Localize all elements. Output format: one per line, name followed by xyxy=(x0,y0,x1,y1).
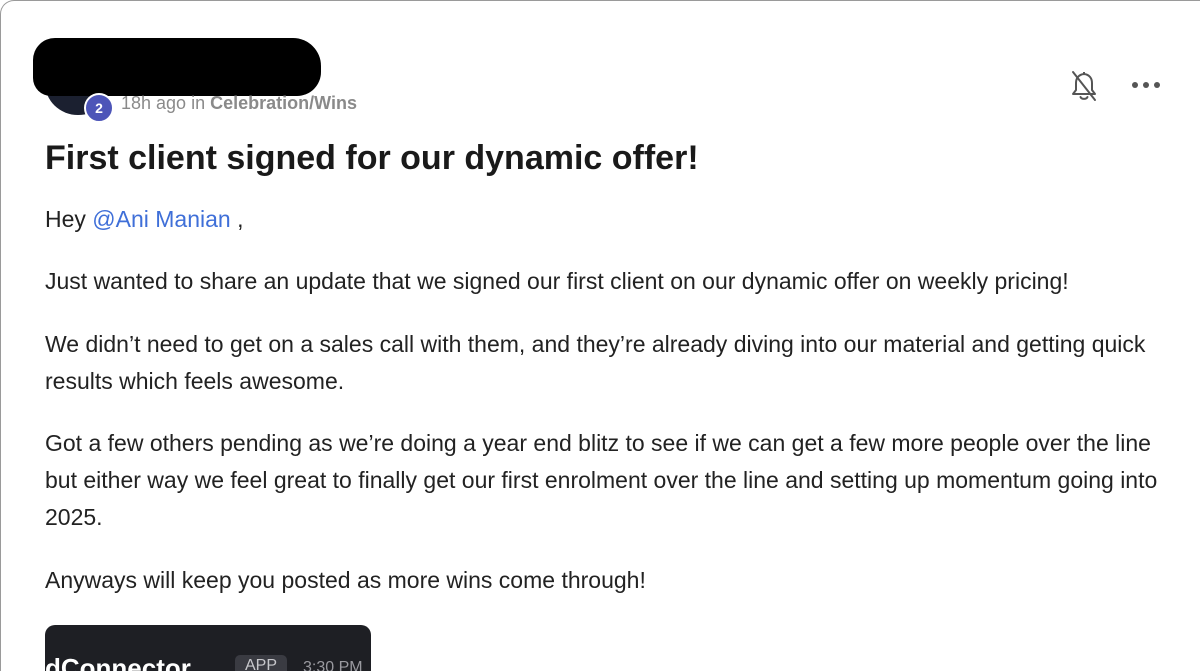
post-time: 18h ago xyxy=(121,93,187,113)
post-title: First client signed for our dynamic offe… xyxy=(45,139,699,177)
post-in-word: in xyxy=(191,93,206,113)
embed-time: 3:30 PM xyxy=(303,659,363,671)
embed-app-name: dConnector xyxy=(45,653,191,671)
author-level-badge: 2 xyxy=(84,93,114,123)
greeting-suffix: , xyxy=(230,206,244,232)
post-greeting: Hey @Ani Manian , xyxy=(45,201,1175,238)
redacted-author-name xyxy=(33,38,321,96)
post-category-link[interactable]: Celebration/Wins xyxy=(210,93,357,113)
post-card: 2 18h ago in Celebration/Wins First clie… xyxy=(0,0,1200,671)
post-paragraph-4: Anyways will keep you posted as more win… xyxy=(45,567,646,593)
greeting-prefix: Hey xyxy=(45,206,93,232)
bell-off-icon[interactable] xyxy=(1069,69,1099,103)
more-horizontal-icon[interactable] xyxy=(1129,73,1163,97)
embedded-screenshot[interactable]: dConnector APP 3:30 PM xyxy=(45,625,371,671)
post-paragraph-3: Got a few others pending as we’re doing … xyxy=(45,430,1158,530)
user-mention-link[interactable]: @Ani Manian xyxy=(92,206,230,232)
embed-app-tag: APP xyxy=(235,655,288,671)
post-paragraph-1: Just wanted to share an update that we s… xyxy=(45,268,1069,294)
post-paragraph-2: We didn’t need to get on a sales call wi… xyxy=(45,331,1146,394)
post-meta: 18h ago in Celebration/Wins xyxy=(121,93,357,114)
